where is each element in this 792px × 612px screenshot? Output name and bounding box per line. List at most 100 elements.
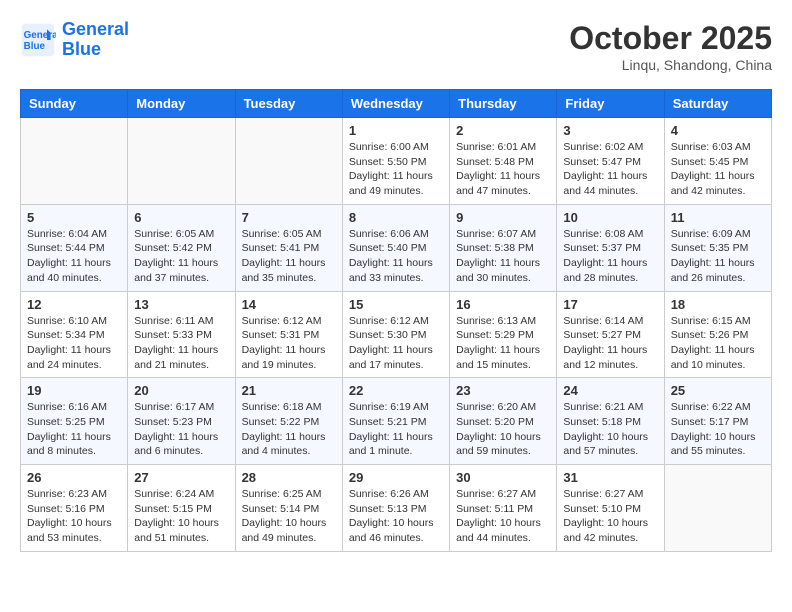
calendar-cell: 1 Sunrise: 6:00 AMSunset: 5:50 PMDaylight… [342,118,449,205]
day-number: 8 [349,210,443,225]
day-info: Sunrise: 6:02 AMSunset: 5:47 PMDaylight:… [563,140,657,199]
calendar-cell [128,118,235,205]
calendar-cell: 20 Sunrise: 6:17 AMSunset: 5:23 PMDayligh… [128,378,235,465]
calendar-cell: 21Sunrise: 6:18 AMSunset: 5:22 PMDayligh… [235,378,342,465]
calendar-cell: 10 Sunrise: 6:08 AMSunset: 5:37 PMDayligh… [557,204,664,291]
day-number: 1 [349,123,443,138]
column-header-thursday: Thursday [450,90,557,118]
calendar-cell: 16Sunrise: 6:13 AMSunset: 5:29 PMDayligh… [450,291,557,378]
calendar-header-row: SundayMondayTuesdayWednesdayThursdayFrid… [21,90,772,118]
logo: General Blue General Blue [20,20,129,60]
calendar-cell: 15 Sunrise: 6:12 AMSunset: 5:30 PMDayligh… [342,291,449,378]
day-number: 5 [27,210,121,225]
day-info: Sunrise: 6:12 AMSunset: 5:31 PMDaylight:… [242,314,336,373]
day-info: Sunrise: 6:20 AMSunset: 5:20 PMDaylight:… [456,400,550,459]
calendar-week-row: 19 Sunrise: 6:16 AMSunset: 5:25 PMDayligh… [21,378,772,465]
day-info: Sunrise: 6:15 AMSunset: 5:26 PMDaylight:… [671,314,765,373]
calendar-cell: 23 Sunrise: 6:20 AMSunset: 5:20 PMDayligh… [450,378,557,465]
page-header: General Blue General Blue October 2025 L… [20,20,772,73]
day-number: 30 [456,470,550,485]
calendar-cell: 17Sunrise: 6:14 AMSunset: 5:27 PMDayligh… [557,291,664,378]
calendar-cell: 8 Sunrise: 6:06 AMSunset: 5:40 PMDaylight… [342,204,449,291]
day-number: 10 [563,210,657,225]
calendar-week-row: 5Sunrise: 6:04 AMSunset: 5:44 PMDaylight… [21,204,772,291]
calendar-cell: 11Sunrise: 6:09 AMSunset: 5:35 PMDayligh… [664,204,771,291]
calendar-cell: 19 Sunrise: 6:16 AMSunset: 5:25 PMDayligh… [21,378,128,465]
logo-line1: General [62,19,129,39]
day-info: Sunrise: 6:26 AMSunset: 5:13 PMDaylight:… [349,487,443,546]
calendar-cell: 28 Sunrise: 6:25 AMSunset: 5:14 PMDayligh… [235,465,342,552]
day-number: 15 [349,297,443,312]
calendar-week-row: 1 Sunrise: 6:00 AMSunset: 5:50 PMDaylight… [21,118,772,205]
day-info: Sunrise: 6:05 AMSunset: 5:42 PMDaylight:… [134,227,228,286]
day-info: Sunrise: 6:25 AMSunset: 5:14 PMDaylight:… [242,487,336,546]
day-info: Sunrise: 6:06 AMSunset: 5:40 PMDaylight:… [349,227,443,286]
day-info: Sunrise: 6:07 AMSunset: 5:38 PMDaylight:… [456,227,550,286]
column-header-friday: Friday [557,90,664,118]
day-info: Sunrise: 6:16 AMSunset: 5:25 PMDaylight:… [27,400,121,459]
calendar-cell: 6 Sunrise: 6:05 AMSunset: 5:42 PMDaylight… [128,204,235,291]
day-info: Sunrise: 6:19 AMSunset: 5:21 PMDaylight:… [349,400,443,459]
calendar-cell: 9 Sunrise: 6:07 AMSunset: 5:38 PMDaylight… [450,204,557,291]
day-info: Sunrise: 6:22 AMSunset: 5:17 PMDaylight:… [671,400,765,459]
calendar-cell: 25Sunrise: 6:22 AMSunset: 5:17 PMDayligh… [664,378,771,465]
day-number: 22 [349,383,443,398]
day-info: Sunrise: 6:14 AMSunset: 5:27 PMDaylight:… [563,314,657,373]
day-info: Sunrise: 6:27 AMSunset: 5:10 PMDaylight:… [563,487,657,546]
column-header-tuesday: Tuesday [235,90,342,118]
day-number: 28 [242,470,336,485]
calendar-cell: 27Sunrise: 6:24 AMSunset: 5:15 PMDayligh… [128,465,235,552]
day-number: 21 [242,383,336,398]
logo-line2: Blue [62,39,101,59]
calendar-cell: 22 Sunrise: 6:19 AMSunset: 5:21 PMDayligh… [342,378,449,465]
day-number: 9 [456,210,550,225]
day-info: Sunrise: 6:24 AMSunset: 5:15 PMDaylight:… [134,487,228,546]
day-info: Sunrise: 6:12 AMSunset: 5:30 PMDaylight:… [349,314,443,373]
day-info: Sunrise: 6:10 AMSunset: 5:34 PMDaylight:… [27,314,121,373]
calendar-cell: 7Sunrise: 6:05 AMSunset: 5:41 PMDaylight… [235,204,342,291]
day-number: 4 [671,123,765,138]
calendar-cell [664,465,771,552]
calendar-cell: 26 Sunrise: 6:23 AMSunset: 5:16 PMDayligh… [21,465,128,552]
day-info: Sunrise: 6:23 AMSunset: 5:16 PMDaylight:… [27,487,121,546]
day-info: Sunrise: 6:00 AMSunset: 5:50 PMDaylight:… [349,140,443,199]
calendar-cell: 29 Sunrise: 6:26 AMSunset: 5:13 PMDayligh… [342,465,449,552]
column-header-saturday: Saturday [664,90,771,118]
calendar-cell [21,118,128,205]
day-info: Sunrise: 6:05 AMSunset: 5:41 PMDaylight:… [242,227,336,286]
day-number: 6 [134,210,228,225]
calendar-week-row: 26 Sunrise: 6:23 AMSunset: 5:16 PMDayligh… [21,465,772,552]
calendar-cell: 3Sunrise: 6:02 AMSunset: 5:47 PMDaylight… [557,118,664,205]
calendar-cell: 31Sunrise: 6:27 AMSunset: 5:10 PMDayligh… [557,465,664,552]
logo-icon: General Blue [20,22,56,58]
location: Linqu, Shandong, China [569,57,772,73]
day-number: 20 [134,383,228,398]
calendar-cell: 14 Sunrise: 6:12 AMSunset: 5:31 PMDayligh… [235,291,342,378]
calendar-cell: 2 Sunrise: 6:01 AMSunset: 5:48 PMDaylight… [450,118,557,205]
calendar-week-row: 12Sunrise: 6:10 AMSunset: 5:34 PMDayligh… [21,291,772,378]
day-number: 19 [27,383,121,398]
day-info: Sunrise: 6:08 AMSunset: 5:37 PMDaylight:… [563,227,657,286]
day-number: 13 [134,297,228,312]
day-number: 29 [349,470,443,485]
day-number: 11 [671,210,765,225]
column-header-sunday: Sunday [21,90,128,118]
column-header-monday: Monday [128,90,235,118]
day-info: Sunrise: 6:03 AMSunset: 5:45 PMDaylight:… [671,140,765,199]
calendar-table: SundayMondayTuesdayWednesdayThursdayFrid… [20,89,772,552]
day-info: Sunrise: 6:01 AMSunset: 5:48 PMDaylight:… [456,140,550,199]
day-info: Sunrise: 6:27 AMSunset: 5:11 PMDaylight:… [456,487,550,546]
day-number: 26 [27,470,121,485]
logo-text: General Blue [62,20,129,60]
day-number: 14 [242,297,336,312]
day-number: 24 [563,383,657,398]
day-number: 2 [456,123,550,138]
calendar-cell: 18 Sunrise: 6:15 AMSunset: 5:26 PMDayligh… [664,291,771,378]
day-number: 23 [456,383,550,398]
day-number: 18 [671,297,765,312]
svg-text:General: General [24,30,56,41]
calendar-cell: 12Sunrise: 6:10 AMSunset: 5:34 PMDayligh… [21,291,128,378]
day-info: Sunrise: 6:17 AMSunset: 5:23 PMDaylight:… [134,400,228,459]
calendar-cell: 24Sunrise: 6:21 AMSunset: 5:18 PMDayligh… [557,378,664,465]
day-info: Sunrise: 6:11 AMSunset: 5:33 PMDaylight:… [134,314,228,373]
